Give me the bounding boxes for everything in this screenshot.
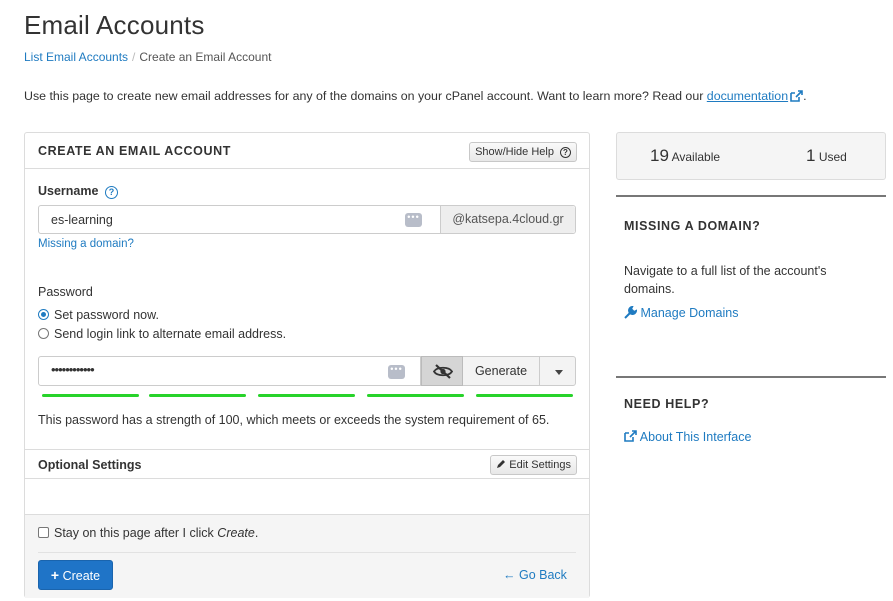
used-label: Used (818, 150, 847, 164)
edit-settings-button[interactable]: Edit Settings (490, 455, 577, 475)
intro-sentence: Use this page to create new email addres… (24, 89, 704, 103)
pencil-icon (497, 460, 506, 468)
available-stat: 19 Available (650, 146, 720, 166)
form-footer: Stay on this page after I click Create. … (25, 514, 589, 598)
plus-icon: + (50, 567, 60, 583)
breadcrumb: List Email Accounts / Create an Email Acco… (24, 50, 271, 64)
manage-domains-label: Manage Domains (640, 306, 739, 320)
checkbox[interactable] (38, 527, 49, 538)
domain-addon: @katsepa.4cloud.gr (440, 206, 575, 233)
documentation-link[interactable]: documentation (707, 89, 788, 103)
create-email-panel: CREATE AN EMAIL ACCOUNT Show/Hide Help ?… (24, 132, 590, 598)
strength-segment (258, 394, 355, 397)
username-help-icon[interactable]: ? (104, 186, 118, 199)
autofill-dots-icon[interactable]: ••• (388, 365, 405, 379)
need-help-heading: NEED HELP? (624, 397, 710, 411)
account-stats: 19 Available 1 Used (616, 132, 886, 180)
strength-segment (149, 394, 246, 397)
question-icon: ? (560, 147, 571, 158)
available-label: Available (671, 150, 721, 164)
password-label: Password (38, 285, 93, 299)
sidebar-divider (616, 195, 886, 197)
strength-segment (367, 394, 464, 397)
radio-set-password[interactable]: Set password now. (38, 308, 159, 322)
strength-segment (476, 394, 573, 397)
stay-on-page-emphasis: Create (217, 526, 255, 540)
manage-domains-link[interactable]: Manage Domains (624, 305, 739, 320)
go-back-label: Go Back (518, 568, 567, 582)
radio-send-login-link[interactable]: Send login link to alternate email addre… (38, 327, 286, 341)
radio-send-login-link-label: Send login link to alternate email addre… (54, 327, 287, 341)
breadcrumb-separator: / (132, 50, 136, 64)
stay-on-page-label: Stay on this page after I click (54, 526, 214, 540)
help-button-label: Show/Hide Help (475, 146, 554, 158)
footer-divider (38, 552, 576, 553)
stay-on-page-checkbox[interactable]: Stay on this page after I click Create. (38, 526, 258, 540)
username-label: Username ? (38, 184, 118, 199)
intro-period: . (803, 89, 807, 103)
available-count: 19 (650, 146, 669, 165)
arrow-left-icon: ← (503, 568, 516, 582)
go-back-link[interactable]: ← Go Back (503, 568, 567, 582)
about-interface-link[interactable]: About This Interface (624, 430, 751, 444)
eye-slash-icon (433, 364, 453, 379)
optional-settings-title: Optional Settings (38, 458, 142, 472)
username-label-text: Username (38, 184, 99, 198)
password-field[interactable]: •••••••••••• ••• (38, 356, 421, 386)
used-stat: 1 Used (806, 146, 847, 166)
intro-text: Use this page to create new email addres… (24, 89, 807, 103)
generate-button[interactable]: Generate (463, 356, 540, 386)
password-strength-meter (42, 394, 573, 398)
external-link-icon (624, 430, 637, 442)
about-interface-label: About This Interface (639, 430, 752, 444)
radio-button[interactable] (38, 328, 49, 339)
create-button[interactable]: + Create (38, 560, 113, 590)
missing-domain-text: Navigate to a full list of the account's… (624, 264, 827, 296)
wrench-icon (624, 305, 638, 319)
password-row: •••••••••••• ••• Generate (38, 356, 576, 386)
autofill-dots-icon[interactable]: ••• (405, 213, 422, 227)
username-input[interactable]: es-learning (51, 213, 113, 227)
edit-settings-label: Edit Settings (509, 459, 571, 471)
show-hide-help-button[interactable]: Show/Hide Help ? (469, 142, 577, 162)
create-button-label: Create (62, 569, 101, 583)
username-field[interactable]: es-learning ••• @katsepa.4cloud.gr (38, 205, 576, 234)
strength-segment (42, 394, 139, 397)
breadcrumb-list-email-accounts[interactable]: List Email Accounts (24, 50, 128, 64)
panel-header: CREATE AN EMAIL ACCOUNT Show/Hide Help ? (25, 133, 589, 169)
password-strength-text: This password has a strength of 100, whi… (38, 413, 550, 427)
radio-set-password-label: Set password now. (54, 308, 159, 322)
page-title: Email Accounts (24, 10, 205, 40)
used-count: 1 (806, 146, 816, 165)
missing-domain-link[interactable]: Missing a domain? (38, 238, 134, 250)
stay-on-page-period: . (254, 526, 259, 540)
panel-title: CREATE AN EMAIL ACCOUNT (38, 144, 231, 158)
breadcrumb-current: Create an Email Account (139, 50, 272, 64)
radio-button-checked[interactable] (38, 309, 49, 320)
password-input[interactable]: •••••••••••• (51, 362, 95, 377)
optional-settings-header: Optional Settings Edit Settings (25, 449, 589, 479)
sidebar-divider (616, 376, 886, 378)
generate-options-dropdown[interactable] (539, 356, 576, 386)
external-link-icon[interactable] (790, 90, 803, 102)
toggle-visibility-button[interactable] (421, 356, 463, 386)
missing-domain-heading: MISSING A DOMAIN? (624, 219, 761, 233)
